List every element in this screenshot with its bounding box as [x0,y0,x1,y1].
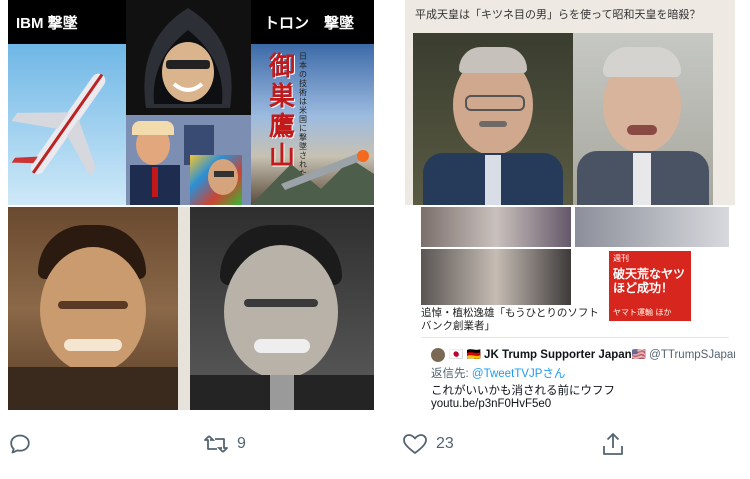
mouth [627,125,657,135]
flags-icon: 🇯🇵 🇩🇪 [449,349,481,361]
hair [132,121,174,135]
shirt [633,153,651,205]
eyes [244,299,318,307]
glasses [465,95,525,111]
airplane-icon [11,73,106,177]
face-person-2 [208,159,238,195]
label-tron: トロン 撃墜 [264,12,355,33]
author-name[interactable]: JK Trump Supporter Japan [484,349,632,361]
sky-panel [8,44,126,205]
image-showa-heisei[interactable]: 平成天皇は「キツネ目の男」らを使って昭和天皇を暗殺？ [405,0,735,205]
eyes [58,301,128,309]
heart-icon [403,434,427,454]
image-two-faces[interactable] [8,207,374,410]
glasses [214,171,234,177]
smile [64,339,122,351]
retweet-button[interactable]: 9 [203,432,246,456]
retweet-count: 9 [237,435,246,452]
quote-author-line: 🇯🇵 🇩🇪 JK Trump Supporter Japan🇺🇸 @TTrump… [449,347,735,361]
image-ibm-tron-collage[interactable]: IBM 撃墜 トロン 撃墜 御巣鷹山 日本の技術は米国に撃墜された [8,0,374,205]
share-icon [603,433,623,455]
sepia-portrait [8,207,178,410]
helmet-figure [126,0,251,115]
portrait-right [573,33,713,205]
author-handle[interactable]: @TTrumpSJapan [649,349,735,361]
reply-prefix: 返信先: [431,368,469,380]
photo-strip-1 [421,207,571,247]
collage-faces [126,115,251,205]
hair-white [603,47,681,77]
divider [421,337,729,338]
quote-link[interactable]: youtu.be/p3nF0HvF5e0 [431,398,551,410]
coat [8,367,178,410]
mustache [479,121,507,127]
hair-gray [459,47,527,73]
red-magazine-box: 週刊 破天荒なヤツほど成功！ ヤマト運輸 ほか [607,249,693,323]
red-box-top: 週刊 [613,254,629,263]
image-caption: 平成天皇は「キツネ目の男」らを使って昭和天皇を暗殺？ [415,9,701,21]
reply-to-link[interactable]: @TweetTVJPさん [472,368,565,380]
red-box-text: 破天荒なヤツほど成功！ [613,267,686,295]
mountain-fighter-icon [251,150,374,205]
photo-strip-3 [421,249,571,305]
book-cover: 御巣鷹山 日本の技術は米国に撃墜された [251,44,374,205]
image-article-quote[interactable]: 週刊 破天荒なヤツほど成功！ ヤマト運輸 ほか 追悼・植松逸雄「もうひとりのソフ… [405,207,735,410]
reply-icon [10,434,30,454]
avatar [431,348,445,362]
red-box-lower: ヤマト運輸 ほか [613,308,672,317]
quoted-tweet[interactable]: 🇯🇵 🇩🇪 JK Trump Supporter Japan🇺🇸 @TTrump… [421,345,735,410]
face-bw [224,245,338,379]
face-sepia [40,247,146,373]
tie [152,167,158,197]
portrait-left [413,33,573,205]
shirt [270,375,294,410]
like-count: 23 [436,435,454,452]
divider [178,207,190,410]
smile [254,339,310,353]
reply-button[interactable] [8,432,32,456]
retweet-icon [204,435,228,453]
like-button[interactable]: 23 [402,432,454,456]
article-caption: 追悼・植松逸雄「もうひとりのソフトバンク創業者」 [421,307,599,332]
reply-line: 返信先: @TweetTVJPさん [431,365,565,381]
bw-portrait [190,207,374,410]
shirt [485,155,501,205]
photo-strip-2 [575,207,729,247]
label-ibm: IBM 撃墜 [16,12,78,33]
share-button[interactable] [601,431,625,457]
quote-text: これがいいかも消される前にウフフ [431,385,615,397]
